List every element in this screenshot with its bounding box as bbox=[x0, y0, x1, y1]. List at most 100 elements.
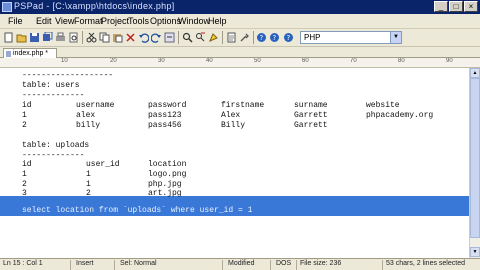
table-cell: id bbox=[22, 101, 32, 110]
ruler-number: 10 bbox=[61, 58, 68, 64]
toolbar-separator bbox=[253, 31, 254, 44]
menu-project[interactable]: Project bbox=[101, 16, 129, 26]
line-ending-format: DOS bbox=[276, 260, 292, 267]
svg-text:?: ? bbox=[260, 34, 264, 42]
editor-line: table: users bbox=[0, 81, 469, 91]
close-button[interactable]: × bbox=[464, 1, 478, 12]
toolbar: ? ? ? PHP ▼ bbox=[0, 29, 480, 47]
table-cell: username bbox=[76, 101, 115, 110]
vertical-scrollbar[interactable]: ▲ ▼ bbox=[469, 68, 480, 258]
table-cell: 1 bbox=[22, 170, 27, 179]
selected-lines: select location from `uploads` where use… bbox=[0, 196, 469, 216]
print-preview-icon[interactable] bbox=[68, 32, 79, 43]
menu-bar: File Edit View Format Project Tools Opti… bbox=[0, 14, 480, 29]
tab-index-php[interactable]: index.php * bbox=[3, 48, 57, 58]
menu-help[interactable]: Help bbox=[208, 16, 227, 26]
cut-icon[interactable] bbox=[86, 32, 97, 43]
code-editor[interactable]: ------------------- table: users -------… bbox=[0, 68, 469, 258]
tools-icon[interactable] bbox=[239, 32, 250, 43]
open-folder-icon[interactable] bbox=[16, 32, 27, 43]
print-icon[interactable] bbox=[55, 32, 66, 43]
table-row: 1 alex pass123 Alex Garrett phpacademy.o… bbox=[0, 111, 469, 121]
table-cell: firstname bbox=[221, 101, 265, 110]
status-separator bbox=[222, 260, 223, 270]
selection-mode: Sel: Normal bbox=[120, 260, 157, 267]
menu-tools[interactable]: Tools bbox=[128, 16, 149, 26]
table-row: id user_id location bbox=[0, 160, 469, 170]
paste-icon[interactable] bbox=[112, 32, 123, 43]
table-cell: pass123 bbox=[148, 111, 182, 120]
menu-options[interactable]: Options bbox=[150, 16, 181, 26]
scroll-up-icon[interactable]: ▲ bbox=[470, 68, 480, 78]
editor-line: select location from `uploads` where use… bbox=[0, 206, 469, 216]
menu-file[interactable]: File bbox=[8, 16, 23, 26]
table-cell: logo.png bbox=[148, 170, 187, 179]
status-bar: Ln 15 : Col 1 Insert Sel: Normal Modifie… bbox=[0, 258, 480, 270]
table-cell: pass456 bbox=[148, 121, 182, 130]
toolbar-separator bbox=[82, 31, 83, 44]
table-cell: 1 bbox=[86, 170, 91, 179]
status-separator bbox=[270, 260, 271, 270]
line-text: ------------------- bbox=[22, 71, 114, 80]
ruler-number: 90 bbox=[446, 58, 453, 64]
editor-line: ------------------- bbox=[0, 71, 469, 81]
sql-query-line: select location from `uploads` where use… bbox=[22, 206, 253, 215]
toolbar-separator bbox=[178, 31, 179, 44]
search-icon[interactable] bbox=[182, 32, 193, 43]
file-size: File size: 236 bbox=[300, 260, 342, 267]
new-file-icon[interactable] bbox=[3, 32, 14, 43]
redo-icon[interactable] bbox=[151, 32, 162, 43]
minimize-button[interactable]: _ bbox=[434, 1, 448, 12]
title-bar: PSPad - [C:\xampp\htdocs\index.php] _ □ … bbox=[0, 0, 480, 14]
scroll-down-icon[interactable]: ▼ bbox=[470, 247, 480, 257]
table-cell: 1 bbox=[22, 111, 27, 120]
table-cell: id bbox=[22, 160, 32, 169]
status-separator bbox=[70, 260, 71, 270]
search-replace-icon[interactable] bbox=[195, 32, 206, 43]
table-cell: website bbox=[366, 101, 400, 110]
table-row: 1 1 logo.png bbox=[0, 170, 469, 180]
help-icon[interactable]: ? bbox=[256, 32, 267, 43]
table-cell: billy bbox=[76, 121, 101, 130]
status-separator bbox=[382, 260, 383, 270]
status-separator bbox=[114, 260, 115, 270]
undo-icon[interactable] bbox=[138, 32, 149, 43]
table-cell: surname bbox=[294, 101, 328, 110]
app-icon bbox=[2, 2, 12, 12]
highlight-icon[interactable] bbox=[208, 32, 219, 43]
copy-icon[interactable] bbox=[99, 32, 110, 43]
cursor-position: Ln 15 : Col 1 bbox=[3, 260, 43, 267]
ruler-number: 50 bbox=[254, 58, 261, 64]
language-select[interactable]: PHP ▼ bbox=[300, 31, 402, 44]
save-all-icon[interactable] bbox=[42, 32, 53, 43]
context-help-icon[interactable]: ? bbox=[269, 32, 280, 43]
line-text: table: uploads bbox=[22, 141, 90, 150]
svg-text:?: ? bbox=[287, 34, 291, 42]
php-file-icon bbox=[6, 51, 11, 57]
ruler-number: 60 bbox=[302, 58, 309, 64]
line-text: ------------- bbox=[22, 91, 85, 100]
table-cell: password bbox=[148, 101, 187, 110]
menu-edit[interactable]: Edit bbox=[36, 16, 52, 26]
maximize-button[interactable]: □ bbox=[449, 1, 463, 12]
table-cell: phpacademy.org bbox=[366, 111, 434, 120]
delete-icon[interactable] bbox=[125, 32, 136, 43]
insert-mode: Insert bbox=[76, 260, 94, 267]
menu-view[interactable]: View bbox=[55, 16, 74, 26]
table-cell: Billy bbox=[221, 121, 246, 130]
menu-window[interactable]: Window bbox=[178, 16, 210, 26]
scrollbar-thumb[interactable] bbox=[470, 78, 480, 238]
line-text: table: users bbox=[22, 81, 80, 90]
editor-line: ------------- bbox=[0, 91, 469, 101]
web-help-icon[interactable]: ? bbox=[283, 32, 294, 43]
save-icon[interactable] bbox=[29, 32, 40, 43]
document-icon[interactable] bbox=[226, 32, 237, 43]
table-cell: Garrett bbox=[294, 111, 328, 120]
chevron-down-icon[interactable]: ▼ bbox=[390, 32, 401, 43]
selection-info: 53 chars, 2 lines selected bbox=[386, 260, 465, 267]
menu-format[interactable]: Format bbox=[74, 16, 103, 26]
editor-line: table: uploads bbox=[0, 141, 469, 151]
toggle-block-icon[interactable] bbox=[164, 32, 175, 43]
